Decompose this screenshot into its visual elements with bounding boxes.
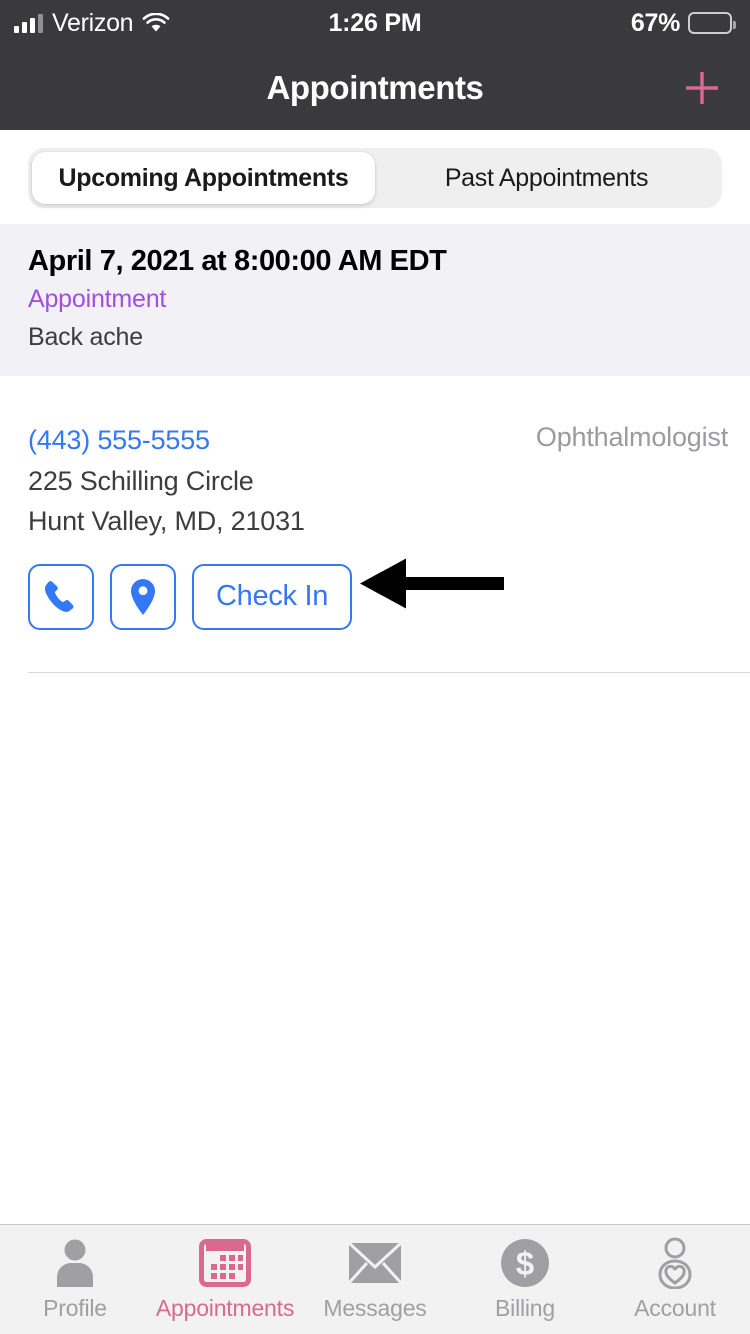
- wifi-icon: [142, 12, 170, 33]
- person-heart-icon: [650, 1237, 700, 1289]
- status-bar-right: 67%: [630, 8, 736, 38]
- tabs-container: Upcoming Appointments Past Appointments: [0, 130, 750, 224]
- signal-bars-icon: [14, 13, 43, 33]
- provider-phone-link[interactable]: (443) 555-5555: [28, 420, 536, 461]
- bottom-tab-bar: Profile Appointments Messages $ Billing …: [0, 1224, 750, 1334]
- tab-account[interactable]: Account: [600, 1225, 750, 1334]
- map-pin-icon: [131, 578, 155, 615]
- appointment-type: Appointment: [28, 285, 167, 314]
- check-in-button[interactable]: Check In: [192, 563, 353, 630]
- tab-profile-label: Profile: [43, 1295, 107, 1321]
- calendar-icon: [199, 1237, 251, 1289]
- tab-profile[interactable]: Profile: [0, 1225, 150, 1334]
- status-bar: Verizon 1:26 PM 67%: [0, 0, 750, 46]
- provider-address-line2: Hunt Valley, MD, 21031: [28, 506, 305, 537]
- dollar-circle-icon: $: [500, 1237, 550, 1289]
- phone-icon: [45, 580, 74, 612]
- appointment-actions: Check In: [0, 542, 750, 630]
- envelope-icon: [347, 1237, 403, 1289]
- tab-account-label: Account: [634, 1295, 716, 1321]
- appointment-section-header: April 7, 2021 at 8:00:00 AM EDT Appointm…: [0, 224, 750, 377]
- directions-button[interactable]: [110, 563, 176, 630]
- appointment-card: (443) 555-5555 225 Schilling Circle Hunt…: [0, 376, 750, 673]
- tab-past-appointments[interactable]: Past Appointments: [375, 152, 718, 204]
- tab-appointments[interactable]: Appointments: [150, 1225, 300, 1334]
- tab-past-appointments-label: Past Appointments: [444, 163, 649, 192]
- tab-billing[interactable]: $ Billing: [450, 1225, 600, 1334]
- annotation-arrow: [358, 552, 508, 619]
- provider-info-row: (443) 555-5555 225 Schilling Circle Hunt…: [0, 420, 750, 542]
- tab-billing-label: Billing: [495, 1295, 555, 1321]
- page-title: Appointments: [266, 69, 484, 106]
- tab-upcoming-appointments[interactable]: Upcoming Appointments: [32, 152, 375, 204]
- svg-text:$: $: [516, 1245, 534, 1282]
- battery-icon: [688, 12, 736, 34]
- tab-appointments-label: Appointments: [155, 1295, 295, 1321]
- nav-bar: Appointments: [0, 46, 750, 130]
- appointment-reason: Back ache: [28, 322, 143, 351]
- provider-specialty: Ophthalmologist: [535, 422, 728, 453]
- battery-percent-label: 67%: [630, 8, 680, 37]
- appointment-datetime: April 7, 2021 at 8:00:00 AM EDT: [28, 245, 447, 277]
- call-button[interactable]: [28, 563, 94, 630]
- carrier-label: Verizon: [52, 8, 134, 37]
- add-appointment-button[interactable]: [676, 62, 728, 114]
- tab-messages-label: Messages: [323, 1295, 427, 1321]
- plus-icon: [686, 72, 718, 104]
- check-in-label: Check In: [216, 580, 329, 613]
- app-screen: Verizon 1:26 PM 67% Appointments Upcomin…: [0, 0, 750, 1334]
- tab-upcoming-appointments-label: Upcoming Appointments: [58, 163, 349, 192]
- card-divider: [28, 671, 750, 673]
- provider-address-line1: 225 Schilling Circle: [28, 465, 254, 496]
- status-bar-left: Verizon: [14, 9, 170, 38]
- tab-messages[interactable]: Messages: [300, 1225, 450, 1334]
- person-icon: [51, 1237, 99, 1289]
- segmented-control[interactable]: Upcoming Appointments Past Appointments: [28, 148, 722, 208]
- provider-contact: (443) 555-5555 225 Schilling Circle Hunt…: [28, 420, 536, 542]
